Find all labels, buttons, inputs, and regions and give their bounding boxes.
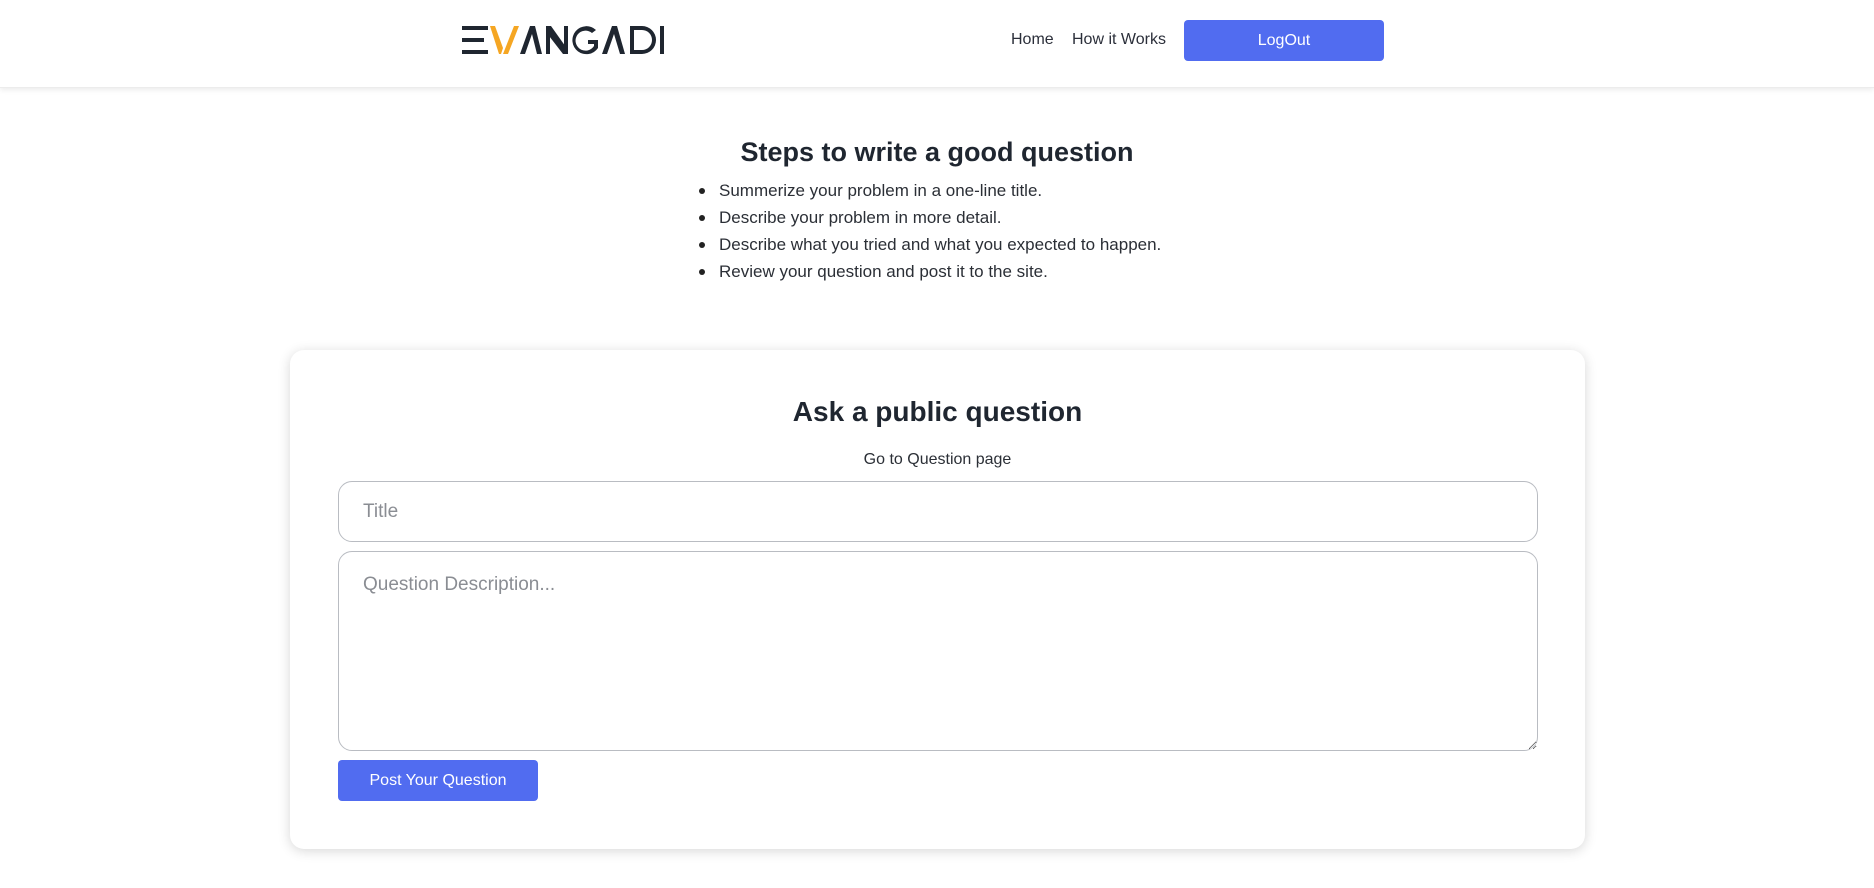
- logout-button[interactable]: LogOut: [1184, 20, 1384, 61]
- nav-how-it-works-link[interactable]: How it Works: [1072, 30, 1166, 50]
- go-to-question-page-link[interactable]: Go to Question page: [290, 451, 1585, 469]
- site-header: EVANGADI Home How it Works LogOut: [0, 0, 1874, 88]
- steps-list-item: Describe your problem in more detail.: [698, 204, 1161, 231]
- question-description-textarea[interactable]: [338, 551, 1538, 751]
- ask-question-card: Ask a public question Go to Question pag…: [290, 350, 1585, 849]
- steps-list-item: Review your question and post it to the …: [698, 258, 1161, 285]
- steps-title: Steps to write a good question: [740, 137, 1134, 167]
- evangadi-logo[interactable]: EVANGADI: [462, 24, 666, 56]
- logo-graphic: [462, 26, 664, 55]
- question-title-input[interactable]: [338, 481, 1538, 542]
- post-question-button[interactable]: Post Your Question: [338, 760, 538, 801]
- steps-list-item: Describe what you tried and what you exp…: [698, 231, 1161, 258]
- steps-list-item: Summerize your problem in a one-line tit…: [698, 177, 1161, 204]
- steps-list: Summerize your problem in a one-line tit…: [698, 177, 1161, 285]
- nav-home-link[interactable]: Home: [1011, 30, 1054, 50]
- ask-question-title: Ask a public question: [792, 396, 1083, 427]
